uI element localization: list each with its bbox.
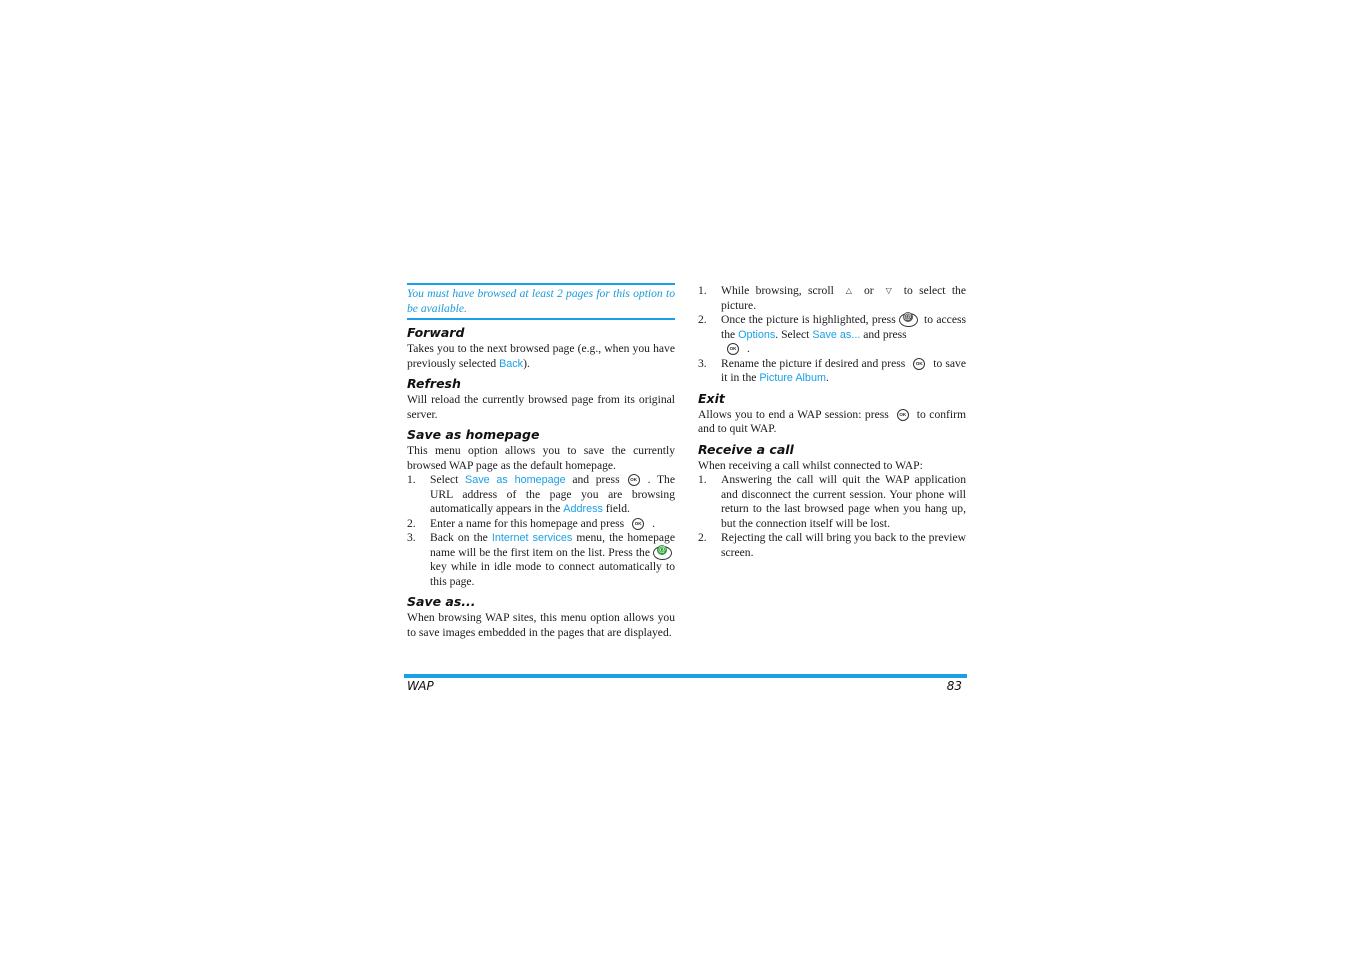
menu-ref-options: Options [738, 328, 776, 341]
footer-divider [404, 674, 967, 678]
ok-key-icon: OK [627, 474, 640, 487]
list-item: 2. Rejecting the call will bring you bac… [698, 531, 966, 559]
list-item: 2. Once the picture is highlighted, pres… [698, 312, 966, 357]
footer-section-title: WAP [407, 679, 434, 693]
menu-ref-address: Address [563, 503, 603, 515]
wap-key-icon [653, 544, 672, 560]
heading-forward: Forward [407, 325, 465, 340]
menu-ref-internet-services: Internet services [491, 532, 573, 544]
ok-key-icon: OK [632, 517, 645, 530]
receive-call-steps: 1. Answering the call will quit the WAP … [698, 473, 966, 560]
list-item: 1. Answering the call will quit the WAP … [698, 473, 966, 530]
list-item: 1. Select Save as homepage and press OK. … [407, 473, 675, 515]
left-column: You must have browsed at least 2 pages f… [407, 283, 675, 640]
heading-refresh: Refresh [407, 376, 461, 391]
right-column: 1. While browsing, scroll △ or ▽ to select t… [698, 284, 966, 560]
list-item: 1. While browsing, scroll △ or ▽ to select t… [698, 284, 967, 312]
refresh-text: Will reload the currently browsed page f… [407, 393, 675, 421]
ok-key-icon: OK [727, 343, 739, 356]
page-number: 83 [946, 679, 962, 693]
menu-ref-save-as-homepage: Save as homepage [465, 474, 566, 486]
note-box: You must have browsed at least 2 pages f… [407, 283, 675, 320]
menu-ref-save-as: Save as... [812, 328, 861, 341]
menu-ref-picture-album: Picture Album [759, 372, 826, 384]
menu-ref-back: Back [499, 357, 524, 370]
save-homepage-intro: This menu option allows you to save the … [407, 444, 675, 472]
heading-receive-call: Receive a call [698, 441, 794, 457]
heading-exit: Exit [698, 390, 725, 406]
save-as-text: When browsing WAP sites, this menu optio… [407, 611, 675, 639]
heading-save-homepage: Save as homepage [407, 427, 540, 442]
down-arrow-icon: ▽ [885, 286, 892, 295]
ok-key-icon: OK [896, 408, 909, 421]
exit-text: Allows you to end a WAP session: press OK… [698, 407, 966, 436]
save-as-steps: 1. While browsing, scroll △ or ▽ to select t… [698, 284, 966, 386]
receive-call-intro: When receiving a call whilst connected t… [698, 458, 923, 472]
heading-save-as: Save as... [407, 594, 476, 609]
forward-text: Takes you to the next browsed page (e.g.… [407, 342, 675, 370]
list-item: 3. Back on the Internet services menu, t… [407, 531, 675, 589]
list-item: 3. Rename the picture if desired and pre… [698, 356, 966, 385]
save-homepage-steps: 1. Select Save as homepage and press OK. … [407, 473, 675, 589]
list-item: 2. Enter a name for this homepage and pr… [407, 516, 656, 530]
up-arrow-icon: △ [845, 286, 852, 295]
ok-key-icon: OK [913, 357, 926, 370]
wap-key-icon [898, 312, 918, 328]
